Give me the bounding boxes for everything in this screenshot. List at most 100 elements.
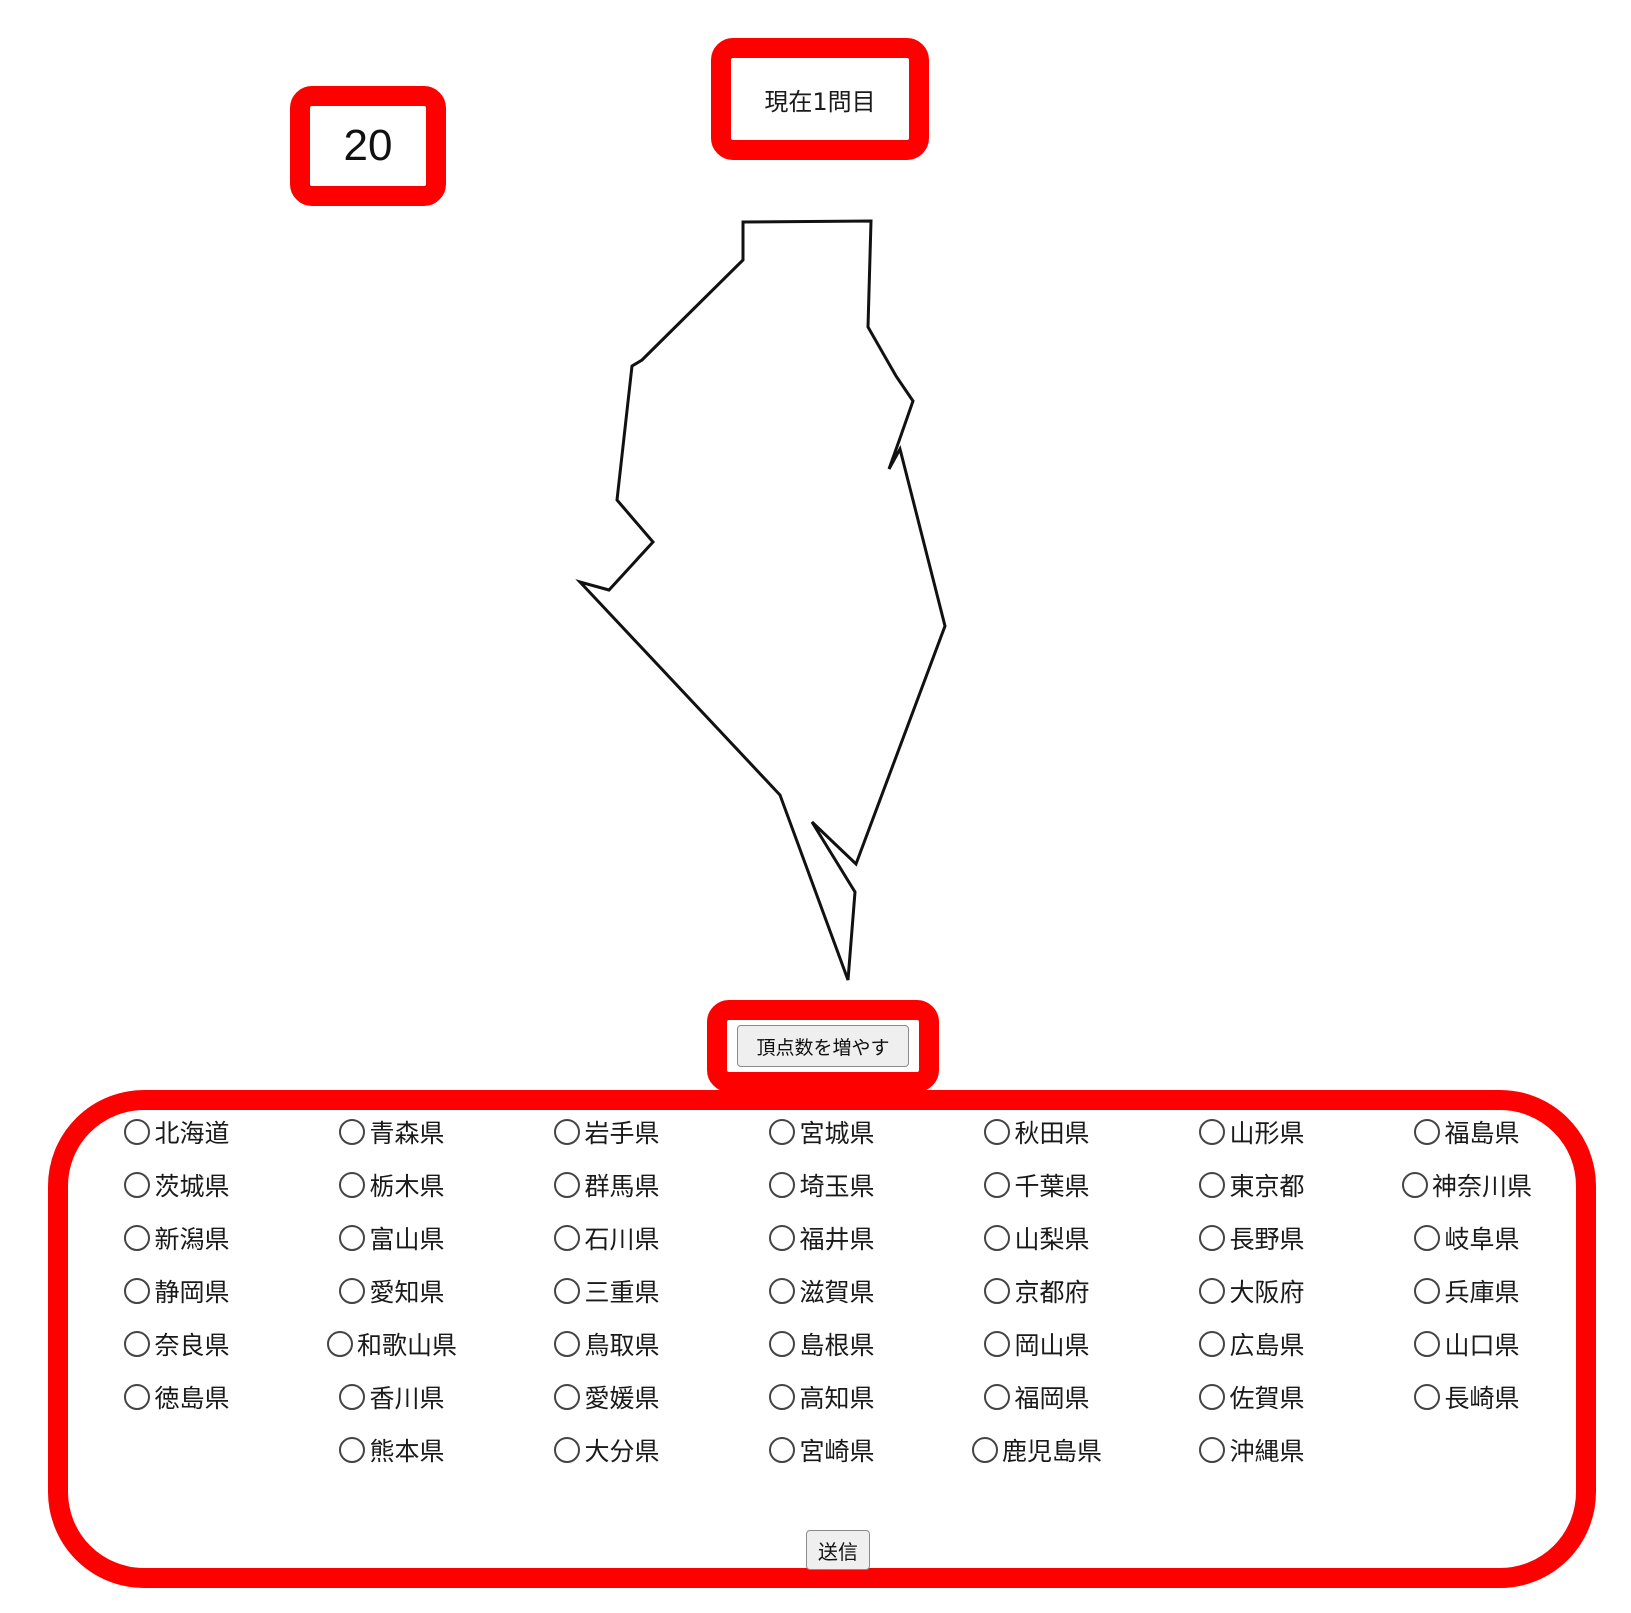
prefecture-option[interactable]: 京都府: [931, 1273, 1143, 1309]
prefecture-option[interactable]: 富山県: [286, 1220, 498, 1256]
prefecture-option[interactable]: 岐阜県: [1361, 1220, 1573, 1256]
prefecture-option[interactable]: 静岡県: [71, 1273, 283, 1309]
radio-circle-icon[interactable]: [339, 1119, 366, 1145]
radio-circle-icon[interactable]: [769, 1172, 796, 1198]
radio-circle-icon[interactable]: [1199, 1331, 1226, 1357]
radio-circle-icon[interactable]: [124, 1225, 151, 1251]
radio-circle-icon[interactable]: [769, 1437, 796, 1463]
prefecture-option[interactable]: 長野県: [1146, 1220, 1358, 1256]
radio-circle-icon[interactable]: [1199, 1384, 1226, 1410]
radio-circle-icon[interactable]: [339, 1278, 366, 1304]
prefecture-option[interactable]: 宮城県: [716, 1114, 928, 1150]
radio-circle-icon[interactable]: [554, 1119, 581, 1145]
radio-circle-icon[interactable]: [554, 1384, 581, 1410]
radio-circle-icon[interactable]: [984, 1331, 1011, 1357]
prefecture-option[interactable]: 佐賀県: [1146, 1379, 1358, 1415]
radio-circle-icon[interactable]: [984, 1278, 1011, 1304]
radio-circle-icon[interactable]: [1199, 1437, 1226, 1463]
radio-circle-icon[interactable]: [1414, 1331, 1441, 1357]
prefecture-option[interactable]: 高知県: [716, 1379, 928, 1415]
prefecture-option[interactable]: 栃木県: [286, 1167, 498, 1203]
prefecture-option[interactable]: 広島県: [1146, 1326, 1358, 1362]
prefecture-option[interactable]: 沖縄県: [1146, 1432, 1358, 1468]
prefecture-option[interactable]: 神奈川県: [1361, 1167, 1573, 1203]
radio-circle-icon[interactable]: [984, 1384, 1011, 1410]
radio-circle-icon[interactable]: [124, 1331, 151, 1357]
prefecture-label: 佐賀県: [1229, 1384, 1305, 1413]
radio-circle-icon[interactable]: [554, 1278, 581, 1304]
radio-circle-icon[interactable]: [554, 1437, 581, 1463]
prefecture-option[interactable]: 福岡県: [931, 1379, 1143, 1415]
prefecture-label: 新潟県: [154, 1225, 230, 1254]
radio-circle-icon[interactable]: [769, 1278, 796, 1304]
prefecture-option[interactable]: 鹿児島県: [931, 1432, 1143, 1468]
prefecture-option[interactable]: 島根県: [716, 1326, 928, 1362]
radio-circle-icon[interactable]: [1199, 1119, 1226, 1145]
radio-circle-icon[interactable]: [124, 1172, 151, 1198]
radio-circle-icon[interactable]: [339, 1437, 366, 1463]
radio-circle-icon[interactable]: [1414, 1119, 1441, 1145]
prefecture-option[interactable]: 大分県: [501, 1432, 713, 1468]
prefecture-option[interactable]: 岡山県: [931, 1326, 1143, 1362]
radio-circle-icon[interactable]: [769, 1331, 796, 1357]
prefecture-option[interactable]: 茨城県: [71, 1167, 283, 1203]
prefecture-option[interactable]: 山梨県: [931, 1220, 1143, 1256]
prefecture-label: 山形県: [1229, 1119, 1305, 1148]
radio-circle-icon[interactable]: [326, 1331, 353, 1357]
prefecture-option[interactable]: 香川県: [286, 1379, 498, 1415]
prefecture-option[interactable]: 北海道: [71, 1114, 283, 1150]
prefecture-option[interactable]: 山口県: [1361, 1326, 1573, 1362]
radio-circle-icon[interactable]: [339, 1172, 366, 1198]
prefecture-option[interactable]: 鳥取県: [501, 1326, 713, 1362]
radio-circle-icon[interactable]: [1414, 1278, 1441, 1304]
prefecture-option[interactable]: 兵庫県: [1361, 1273, 1573, 1309]
radio-circle-icon[interactable]: [769, 1225, 796, 1251]
prefecture-option[interactable]: 奈良県: [71, 1326, 283, 1362]
prefecture-option[interactable]: 愛媛県: [501, 1379, 713, 1415]
prefecture-label: 山梨県: [1014, 1225, 1090, 1254]
radio-circle-icon[interactable]: [339, 1225, 366, 1251]
radio-circle-icon[interactable]: [124, 1119, 151, 1145]
radio-circle-icon[interactable]: [1199, 1172, 1226, 1198]
prefecture-option[interactable]: 石川県: [501, 1220, 713, 1256]
prefecture-option[interactable]: 福島県: [1361, 1114, 1573, 1150]
radio-circle-icon[interactable]: [1414, 1384, 1441, 1410]
prefecture-option[interactable]: 山形県: [1146, 1114, 1358, 1150]
prefecture-option[interactable]: 宮崎県: [716, 1432, 928, 1468]
prefecture-option[interactable]: 滋賀県: [716, 1273, 928, 1309]
prefecture-option[interactable]: 青森県: [286, 1114, 498, 1150]
prefecture-option[interactable]: 熊本県: [286, 1432, 498, 1468]
prefecture-option[interactable]: 三重県: [501, 1273, 713, 1309]
prefecture-option[interactable]: 秋田県: [931, 1114, 1143, 1150]
radio-circle-icon[interactable]: [769, 1119, 796, 1145]
radio-circle-icon[interactable]: [1199, 1278, 1226, 1304]
prefecture-option[interactable]: 新潟県: [71, 1220, 283, 1256]
prefecture-option[interactable]: 徳島県: [71, 1379, 283, 1415]
prefecture-option[interactable]: 埼玉県: [716, 1167, 928, 1203]
prefecture-option[interactable]: 福井県: [716, 1220, 928, 1256]
prefecture-option[interactable]: 長崎県: [1361, 1379, 1573, 1415]
radio-circle-icon[interactable]: [554, 1172, 581, 1198]
radio-circle-icon[interactable]: [984, 1119, 1011, 1145]
radio-circle-icon[interactable]: [124, 1278, 151, 1304]
radio-circle-icon[interactable]: [554, 1331, 581, 1357]
prefecture-option[interactable]: 和歌山県: [286, 1326, 498, 1362]
radio-circle-icon[interactable]: [1401, 1172, 1428, 1198]
radio-circle-icon[interactable]: [971, 1437, 998, 1463]
prefecture-option[interactable]: 千葉県: [931, 1167, 1143, 1203]
radio-circle-icon[interactable]: [124, 1384, 151, 1410]
radio-circle-icon[interactable]: [554, 1225, 581, 1251]
radio-circle-icon[interactable]: [984, 1172, 1011, 1198]
increase-vertices-button[interactable]: 頂点数を増やす: [737, 1025, 909, 1067]
radio-circle-icon[interactable]: [1199, 1225, 1226, 1251]
prefecture-option[interactable]: 東京都: [1146, 1167, 1358, 1203]
radio-circle-icon[interactable]: [769, 1384, 796, 1410]
radio-circle-icon[interactable]: [984, 1225, 1011, 1251]
submit-button[interactable]: 送信: [806, 1530, 870, 1570]
prefecture-option[interactable]: 愛知県: [286, 1273, 498, 1309]
prefecture-option[interactable]: 群馬県: [501, 1167, 713, 1203]
prefecture-option[interactable]: 大阪府: [1146, 1273, 1358, 1309]
radio-circle-icon[interactable]: [1414, 1225, 1441, 1251]
radio-circle-icon[interactable]: [339, 1384, 366, 1410]
prefecture-option[interactable]: 岩手県: [501, 1114, 713, 1150]
